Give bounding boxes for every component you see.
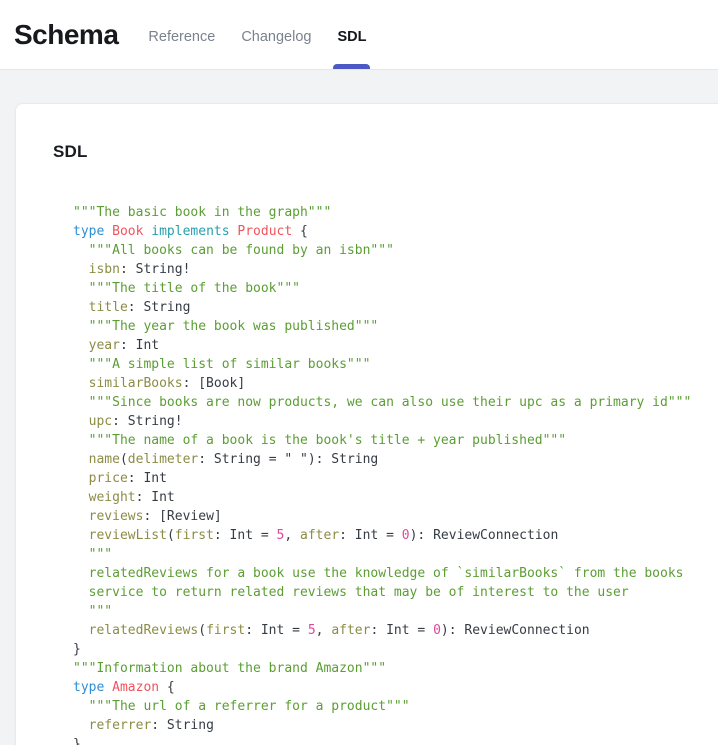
code-line: """The name of a book is the book's titl… [73, 431, 718, 450]
tab-bar: Reference Changelog SDL [148, 0, 366, 69]
code-line: name(delimeter: String = " "): String [73, 450, 718, 469]
code-line: referrer: String [73, 716, 718, 735]
code-line: """A simple list of similar books""" [73, 355, 718, 374]
code-line: """The year the book was published""" [73, 317, 718, 336]
code-line: """The url of a referrer for a product""… [73, 697, 718, 716]
tab-reference[interactable]: Reference [148, 0, 215, 69]
code-line: """ [73, 545, 718, 564]
code-line: similarBooks: [Book] [73, 374, 718, 393]
code-line: service to return related reviews that m… [73, 583, 718, 602]
code-line: relatedReviews(first: Int = 5, after: In… [73, 621, 718, 640]
code-line: """The basic book in the graph""" [73, 203, 718, 222]
code-line: upc: String! [73, 412, 718, 431]
active-tab-underline [333, 64, 370, 69]
tab-sdl-label: SDL [337, 29, 366, 45]
main-area: SDL """The basic book in the graph"""typ… [0, 70, 718, 745]
code-line: weight: Int [73, 488, 718, 507]
sdl-code: """The basic book in the graph"""type Bo… [73, 203, 718, 745]
code-line: reviews: [Review] [73, 507, 718, 526]
page-title: Schema [14, 19, 118, 51]
code-line: """Since books are now products, we can … [73, 393, 718, 412]
code-line: price: Int [73, 469, 718, 488]
code-line: """ [73, 602, 718, 621]
schema-header: Schema Reference Changelog SDL [0, 0, 718, 70]
code-line: } [73, 735, 718, 745]
tab-sdl[interactable]: SDL [337, 0, 366, 69]
code-line: type Book implements Product { [73, 222, 718, 241]
code-line: reviewList(first: Int = 5, after: Int = … [73, 526, 718, 545]
tab-changelog[interactable]: Changelog [241, 0, 311, 69]
code-line: type Amazon { [73, 678, 718, 697]
sdl-card-heading: SDL [53, 142, 718, 162]
code-line: """Information about the brand Amazon""" [73, 659, 718, 678]
code-line: year: Int [73, 336, 718, 355]
tab-changelog-label: Changelog [241, 29, 311, 45]
code-line: isbn: String! [73, 260, 718, 279]
tab-reference-label: Reference [148, 29, 215, 45]
code-line: } [73, 640, 718, 659]
code-line: """The title of the book""" [73, 279, 718, 298]
code-line: relatedReviews for a book use the knowle… [73, 564, 718, 583]
sdl-card: SDL """The basic book in the graph"""typ… [15, 103, 718, 745]
code-line: title: String [73, 298, 718, 317]
code-line: """All books can be found by an isbn""" [73, 241, 718, 260]
